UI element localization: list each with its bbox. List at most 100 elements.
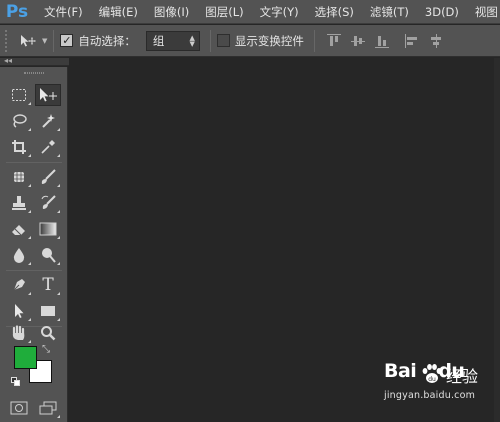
zoom-icon (41, 326, 56, 341)
blur-tool[interactable] (6, 244, 32, 266)
quick-mask-button[interactable] (6, 397, 32, 419)
rectangle-tool[interactable] (35, 300, 61, 322)
menu-file[interactable]: 文件(F) (44, 4, 83, 20)
show-transform-checkbox[interactable] (216, 34, 230, 47)
svg-text:du: du (428, 376, 436, 383)
spot-healing-tool[interactable] (6, 166, 32, 188)
marquee-tool[interactable] (6, 84, 32, 106)
menu-layer[interactable]: 图层(L) (205, 4, 243, 20)
align-buttons (326, 33, 453, 48)
divider (6, 270, 62, 271)
watermark-cn-text: 经验 (446, 367, 479, 386)
path-selection-tool[interactable] (6, 300, 32, 322)
submenu-indicator (28, 102, 31, 105)
menu-view[interactable]: 视图 (475, 4, 498, 20)
auto-select-checkbox[interactable]: ✓ (60, 34, 74, 47)
submenu-indicator (57, 262, 60, 265)
brush-icon (41, 169, 56, 184)
menu-select[interactable]: 选择(S) (315, 4, 354, 20)
submenu-indicator (57, 154, 60, 157)
show-transform-label: 显示变换控件 (234, 33, 304, 48)
hand-tool[interactable] (6, 322, 32, 344)
align-top-edges-icon[interactable] (326, 33, 341, 48)
auto-select-target-dropdown[interactable]: 组 ▲ ▼ (145, 30, 200, 51)
submenu-indicator (28, 292, 31, 295)
submenu-indicator (28, 154, 31, 157)
swap-colors-icon[interactable]: ⤡ (42, 344, 50, 355)
menu-edit[interactable]: 编辑(E) (99, 4, 138, 20)
baidu-jingyan-watermark: Bai du du 经验 jingyan.baidu.com (384, 360, 498, 418)
tool-preset-picker[interactable]: ▼ (19, 34, 47, 48)
brush-tool[interactable] (35, 166, 61, 188)
dodge-icon (42, 248, 56, 263)
clone-stamp-tool[interactable] (6, 192, 32, 214)
crop-tool[interactable] (6, 136, 32, 158)
type-tool[interactable]: T (35, 274, 61, 296)
submenu-indicator (57, 236, 60, 239)
menu-type[interactable]: 文字(Y) (260, 4, 299, 20)
history-brush-tool[interactable] (35, 192, 61, 214)
collapse-icon[interactable]: ◂◂ (4, 56, 12, 65)
blur-icon (13, 248, 25, 263)
submenu-indicator (28, 210, 31, 213)
clone-stamp-icon (12, 196, 26, 210)
gradient-tool[interactable] (35, 218, 61, 240)
divider (53, 29, 55, 52)
magic-wand-icon (42, 114, 55, 128)
submenu-indicator (57, 184, 60, 187)
auto-select-label: 自动选择： (78, 33, 136, 48)
align-vertical-centers-icon[interactable] (350, 34, 365, 48)
tools-panel: T ⤡ (0, 67, 68, 422)
hand-icon (12, 325, 25, 340)
submenu-indicator (57, 128, 60, 131)
quick-mask-icon (10, 401, 28, 415)
pen-tool[interactable] (6, 274, 32, 296)
move-icon (40, 88, 57, 102)
dodge-tool[interactable] (35, 244, 61, 266)
align-bottom-edges-icon[interactable] (374, 34, 389, 48)
auto-select-target-value: 组 (152, 33, 165, 48)
screen-mode-button[interactable] (35, 397, 61, 419)
submenu-indicator (28, 236, 31, 239)
divider (6, 162, 62, 163)
submenu-indicator (57, 318, 60, 321)
menu-3d[interactable]: 3D(D) (425, 5, 459, 19)
align-left-edges-icon[interactable] (404, 33, 419, 48)
eyedropper-tool[interactable] (35, 136, 61, 158)
menu-image[interactable]: 图像(I) (154, 4, 189, 20)
move-tool[interactable] (35, 84, 61, 106)
divider (313, 29, 315, 52)
submenu-indicator (57, 292, 60, 295)
options-bar: ▼ ✓ 自动选择： 组 ▲ ▼ 显示变换控件 (0, 25, 500, 57)
submenu-indicator (28, 128, 31, 131)
type-icon: T (42, 275, 54, 295)
menu-filter[interactable]: 滤镜(T) (370, 4, 409, 20)
history-brush-icon (41, 195, 56, 209)
tools-panel-header[interactable]: ◂◂ (0, 56, 70, 66)
options-bar-grip[interactable] (5, 29, 13, 52)
submenu-indicator (28, 262, 31, 265)
lasso-tool[interactable] (6, 110, 32, 132)
menu-bar: Ps 文件(F) 编辑(E) 图像(I) 图层(L) 文字(Y) 选择(S) 滤… (0, 0, 500, 24)
watermark-url: jingyan.baidu.com (384, 390, 476, 401)
baidu-paw-icon: du (422, 364, 442, 383)
chevron-down-icon: ▼ (42, 36, 48, 45)
magic-wand-tool[interactable] (35, 110, 61, 132)
eyedropper-icon (41, 140, 55, 154)
default-colors-icon[interactable] (11, 377, 20, 386)
dropdown-arrows-icon: ▲ ▼ (189, 33, 195, 48)
lasso-icon (13, 114, 27, 128)
zoom-tool[interactable] (35, 322, 61, 344)
eraser-icon (12, 225, 25, 236)
align-horizontal-centers-icon[interactable] (429, 33, 443, 48)
eraser-tool[interactable] (6, 218, 32, 240)
foreground-color-swatch[interactable] (14, 346, 37, 369)
pen-icon (13, 279, 25, 291)
path-selection-icon (15, 304, 24, 318)
spot-healing-icon (14, 172, 24, 182)
panel-grip[interactable] (24, 72, 44, 74)
submenu-indicator (57, 415, 60, 418)
submenu-indicator (28, 340, 31, 343)
gradient-icon (39, 222, 57, 236)
submenu-indicator (28, 184, 31, 187)
